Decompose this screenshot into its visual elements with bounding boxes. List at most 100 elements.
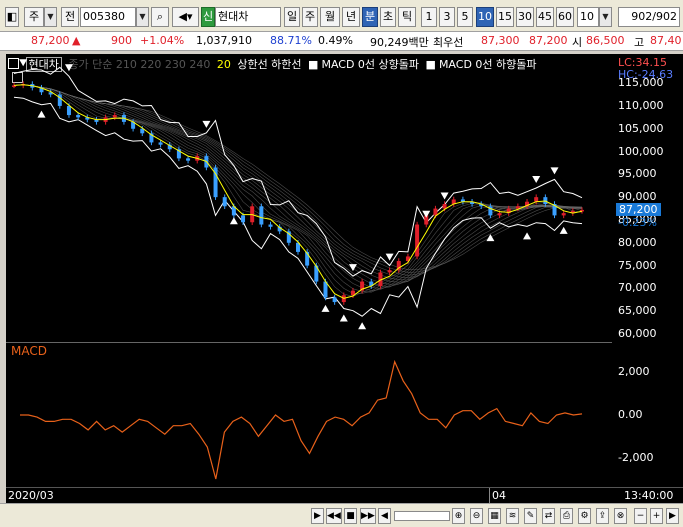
up-signal-arrow <box>321 304 330 312</box>
range-total: /902 <box>652 10 677 23</box>
candle-body <box>332 297 337 303</box>
candle-body <box>561 213 566 216</box>
tab-tick[interactable]: 틱 <box>398 7 416 27</box>
chart-plot[interactable]: 현대차 종가 단순 210 220 230 240 20 상한선 하한선 ■ MA… <box>6 54 612 487</box>
price-tick-label: 110,000 <box>618 98 664 112</box>
candle-body <box>387 270 392 273</box>
period-select[interactable]: 주 <box>24 7 44 27</box>
stock-name-field[interactable]: 현대차 <box>215 7 281 27</box>
interval-30[interactable]: 30 <box>516 7 534 27</box>
up-signal-arrow <box>229 217 238 225</box>
candle-body <box>112 115 117 118</box>
candle-body <box>66 105 71 116</box>
x-mid-label: 04 <box>492 489 506 502</box>
macd-tick-label: 2,000 <box>618 365 650 379</box>
tab-day[interactable]: 일 <box>284 7 300 27</box>
sin-badge: 신 <box>201 7 215 27</box>
candle-body <box>158 142 163 145</box>
chart-type-icon[interactable]: ▦ <box>488 508 501 524</box>
price-tick-label: 90,000 <box>618 190 657 204</box>
plus-button[interactable]: + <box>650 508 663 524</box>
scroll-track[interactable] <box>394 511 450 521</box>
zoom-out-icon[interactable]: ⊖ <box>470 508 483 524</box>
macd-tick-label: 0.00 <box>618 408 643 421</box>
tab-month[interactable]: 월 <box>320 7 340 27</box>
best-quote-label: 최우선 <box>433 36 464 49</box>
macd-chart-svg <box>20 359 583 480</box>
stop-button[interactable]: ■ <box>344 508 357 524</box>
interval-60[interactable]: 60 <box>556 7 574 27</box>
indicator-icon[interactable]: ≋ <box>506 508 519 524</box>
draw-tool-icon[interactable]: ✎ <box>524 508 537 524</box>
prefix-select[interactable]: 전 <box>61 7 79 27</box>
scroll-right-fast-button[interactable]: ▶▶ <box>360 508 376 524</box>
compare-icon[interactable]: ⇄ <box>542 508 555 524</box>
scroll-first-button[interactable]: ▶ <box>311 508 324 524</box>
interval-15[interactable]: 15 <box>496 7 514 27</box>
export-icon[interactable]: ⇪ <box>596 508 609 524</box>
candle-body <box>76 115 81 118</box>
down-signal-arrow <box>385 253 394 261</box>
candle-body <box>433 208 438 216</box>
minus-button[interactable]: − <box>634 508 647 524</box>
chevron-down-icon[interactable]: ▼ <box>44 7 57 27</box>
down-signal-arrow <box>532 176 541 184</box>
down-signal-arrow <box>19 59 28 67</box>
interval-1[interactable]: 1 <box>421 7 437 27</box>
price-tick-label: 60,000 <box>618 327 657 340</box>
interval-10[interactable]: 10 <box>476 7 494 27</box>
x-axis: 2020/03 04 13:40:00 <box>6 487 683 503</box>
tab-minute[interactable]: 분 <box>362 7 378 27</box>
trade-amount: 90,249백만 <box>370 36 429 49</box>
current-pct-tag: -0.23% <box>618 215 657 229</box>
up-signal-arrow <box>339 314 348 322</box>
chart-window: ◧ 주 ▼ 전 005380 ▼ ⌕ ◀▾ 신 현대차 일 주 월 년 분 초 … <box>0 0 683 527</box>
price-tick-label: 95,000 <box>618 167 657 181</box>
search-icon[interactable]: ⌕ <box>151 7 169 27</box>
candle-body <box>442 204 447 209</box>
candle-body <box>222 197 227 207</box>
toolbar: ◧ 주 ▼ 전 005380 ▼ ⌕ ◀▾ 신 현대차 일 주 월 년 분 초 … <box>0 0 683 32</box>
print-icon[interactable]: ⎙ <box>560 508 573 524</box>
code-dropdown-icon[interactable]: ▼ <box>136 7 149 27</box>
zoom-in-icon[interactable]: ⊕ <box>452 508 465 524</box>
lock-icon[interactable]: ⊗ <box>614 508 627 524</box>
ask-price: 87,300 <box>481 34 520 47</box>
x-start-label: 2020/03 <box>8 489 54 502</box>
price-tick-label: 115,000 <box>618 76 664 90</box>
scroll-left-fast-button[interactable]: ◀◀ <box>326 508 342 524</box>
macd-line <box>20 359 583 480</box>
down-signal-arrow <box>422 210 431 218</box>
sound-icon[interactable]: ◀▾ <box>172 7 199 27</box>
current-price: 87,200 <box>31 34 70 47</box>
scroll-left-button[interactable]: ◀ <box>378 508 391 524</box>
current-price-tag: 87,200 <box>616 202 661 216</box>
candle-body <box>259 206 264 225</box>
up-signal-arrow <box>559 226 568 234</box>
navigation-bar: ▶ ◀◀ ■ ▶▶ ◀ ⊕ ⊖ ▦ ≋ ✎ ⇄ ⎙ ⚙ ⇪ ⊗ − + ▶ <box>0 503 683 527</box>
next-button[interactable]: ▶ <box>666 508 679 524</box>
ma-ribbon-line <box>13 84 583 287</box>
interval-5[interactable]: 5 <box>457 7 473 27</box>
open-label: 시 <box>572 36 583 49</box>
interval-45[interactable]: 45 <box>536 7 554 27</box>
down-signal-arrow <box>550 167 559 175</box>
tab-year[interactable]: 년 <box>342 7 360 27</box>
price-chart-svg <box>12 59 584 330</box>
interval-3[interactable]: 3 <box>439 7 455 27</box>
count-input[interactable]: 10 <box>577 7 599 27</box>
high-label: 고 <box>634 36 645 49</box>
tab-second[interactable]: 초 <box>380 7 396 27</box>
tab-week[interactable]: 주 <box>302 7 318 27</box>
stock-code-input[interactable]: 005380 <box>80 7 136 27</box>
price-tick-label: 105,000 <box>618 121 664 135</box>
layout-icon[interactable]: ◧ <box>5 7 19 27</box>
up-arrow-icon: ▲ <box>72 34 81 47</box>
candle-body <box>534 197 539 202</box>
range-field[interactable]: 902/902 <box>618 7 680 27</box>
config-icon[interactable]: ⚙ <box>578 508 591 524</box>
count-dropdown-icon[interactable]: ▼ <box>599 7 612 27</box>
open-price: 86,500 <box>586 34 625 47</box>
ma-ribbon-line <box>13 84 583 292</box>
volume: 1,037,910 <box>196 34 252 47</box>
